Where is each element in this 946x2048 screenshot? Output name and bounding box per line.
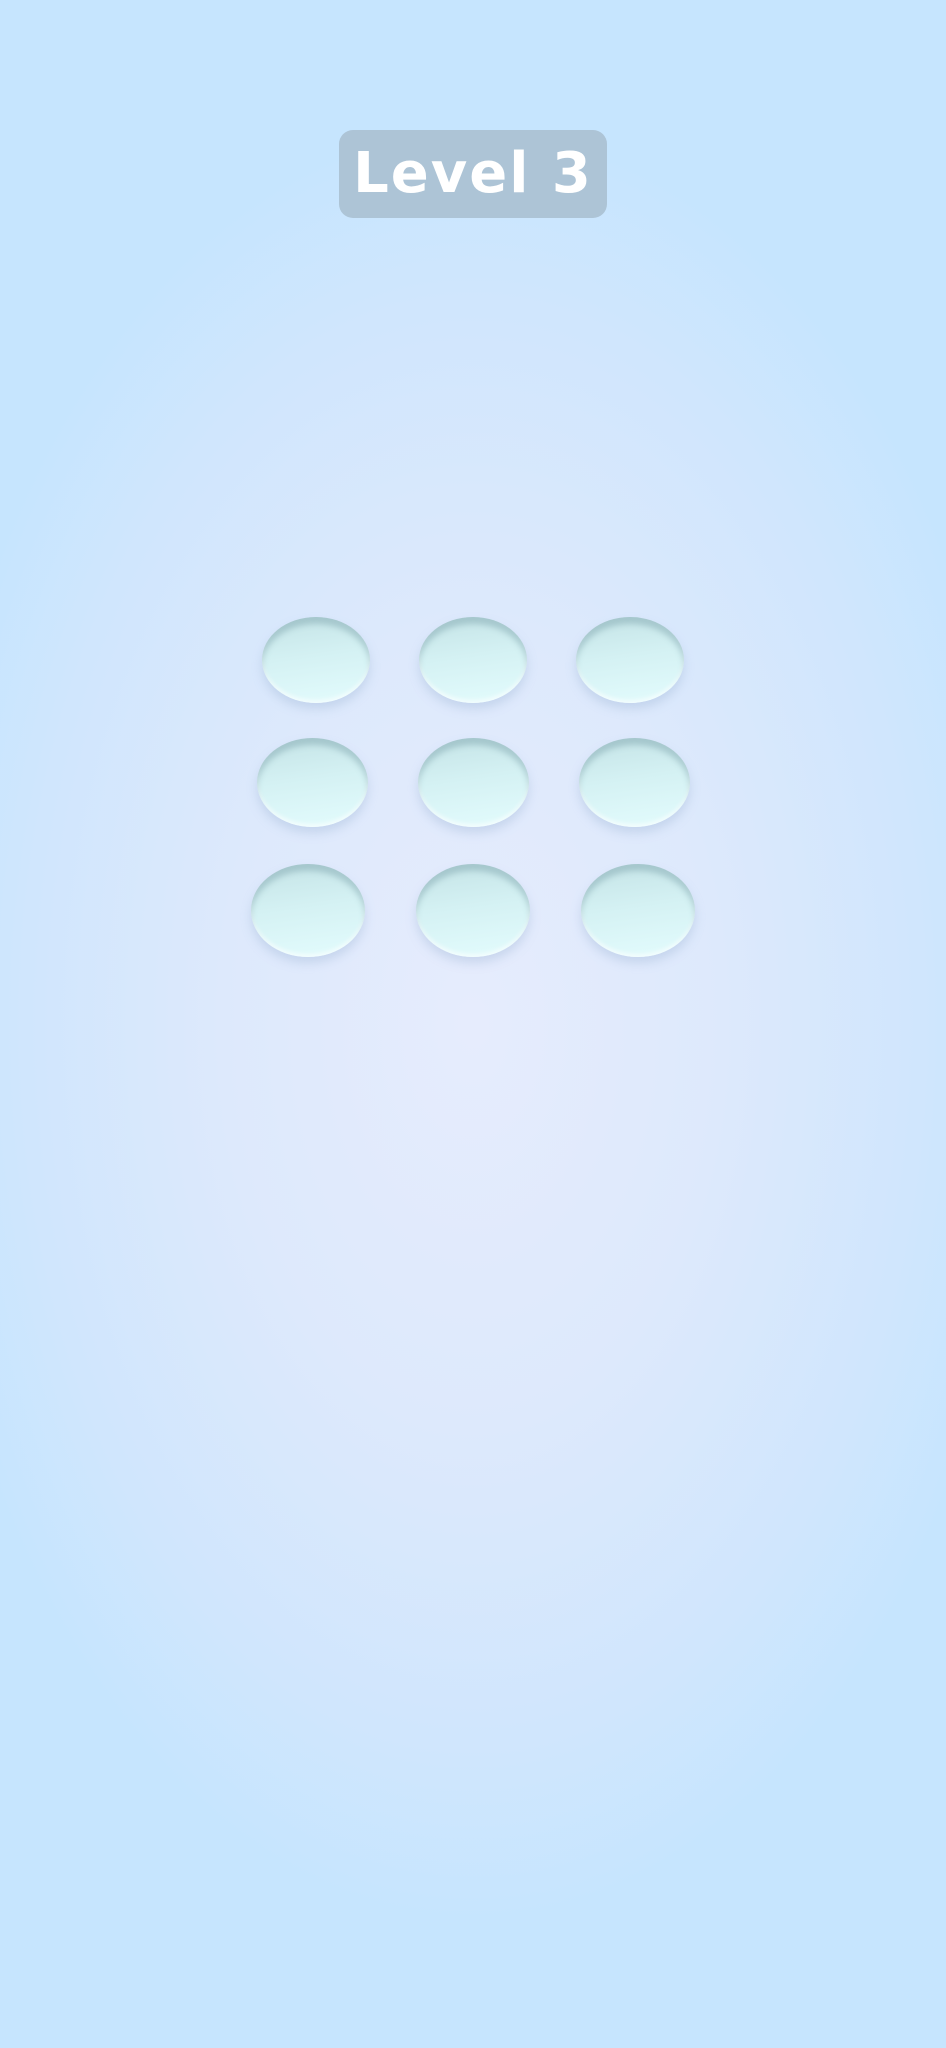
hole-3[interactable] [576,617,684,703]
hole-7[interactable] [251,864,365,957]
hole-4[interactable] [257,738,368,827]
hole-9[interactable] [581,864,695,957]
level-badge: Level 3 [339,130,607,218]
hole-8[interactable] [416,864,530,957]
level-label: Level 3 [353,141,593,206]
hole-1[interactable] [262,617,370,703]
hole-5[interactable] [418,738,529,827]
hole-6[interactable] [579,738,690,827]
hole-2[interactable] [419,617,527,703]
